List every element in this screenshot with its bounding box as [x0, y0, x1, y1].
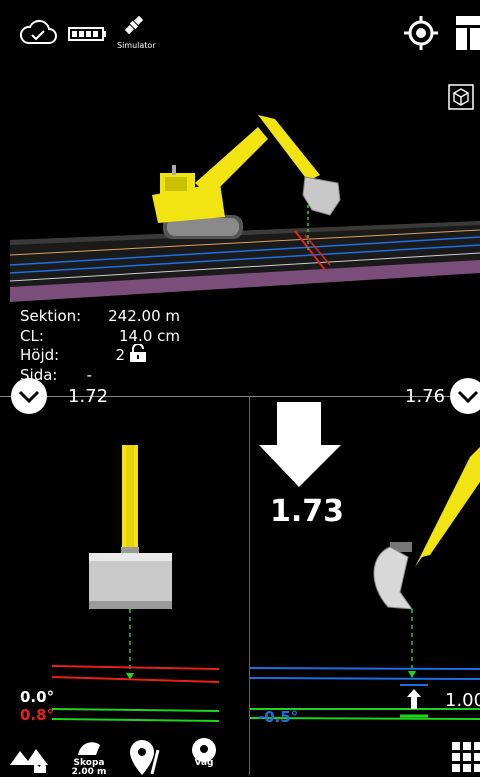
vag-label: Väg	[194, 758, 214, 768]
grid-menu-icon[interactable]	[452, 742, 480, 775]
right-slope-value: -0.5°	[258, 708, 299, 726]
map-pin-icon[interactable]	[128, 740, 168, 775]
sektion-value: 242.00 m	[108, 307, 180, 325]
satellite-icon[interactable]	[121, 12, 147, 38]
cl-value: 14.0 cm	[118, 327, 180, 345]
cl-label: CL:	[20, 327, 44, 345]
bucket-selector-button[interactable]: Skopa 2.00 m	[70, 737, 108, 777]
sektion-label: Sektion:	[20, 307, 82, 325]
battery-icon	[68, 27, 108, 41]
skopa-value: 2.00 m	[71, 767, 107, 777]
cut-arrow	[259, 402, 341, 487]
slope-bottom-value: 0.8°	[20, 706, 55, 724]
3d-scene[interactable]	[0, 105, 480, 305]
side-value: 1.00	[445, 690, 480, 711]
slope-top-value: 0.0°	[20, 688, 55, 706]
target-icon[interactable]	[404, 16, 438, 50]
cloud-sync-icon[interactable]	[18, 18, 58, 46]
cut-value: 1.73	[270, 494, 345, 529]
simulator-label: Simulator	[117, 41, 156, 50]
terrain-mode-icon[interactable]	[10, 741, 52, 775]
excavator-model	[152, 115, 341, 239]
lock-icon[interactable]	[129, 344, 147, 362]
layout-icon[interactable]	[456, 16, 480, 50]
hojd-value: 2	[115, 346, 125, 364]
road-selector-button[interactable]: Väg	[186, 737, 222, 775]
bucket-front	[89, 553, 172, 609]
